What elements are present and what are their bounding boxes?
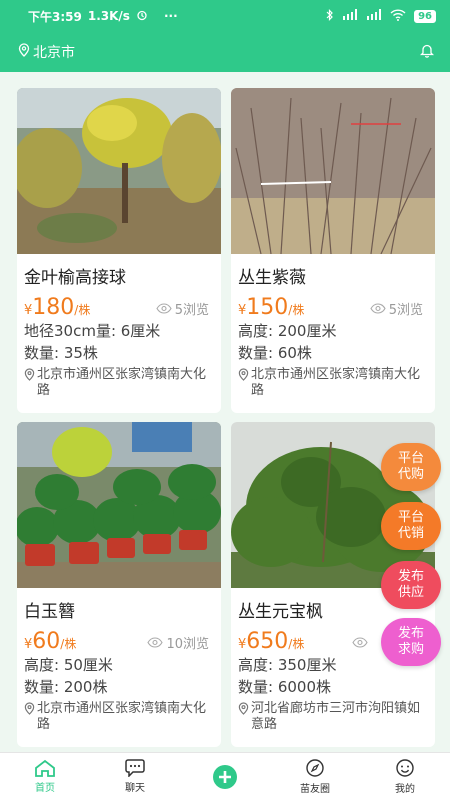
compass-icon (306, 759, 324, 777)
chat-icon (125, 759, 145, 777)
smile-icon (396, 759, 414, 777)
view-count-text: 10浏览 (166, 637, 209, 652)
listing-spec: 高度: 200厘米 (238, 322, 337, 340)
listing-card[interactable]: 白玉簪 ¥ 60 /株 10浏览 高度: 50厘米 数量: 200株 北京市通州… (17, 422, 221, 747)
tab-circle-label: 苗友圈 (300, 784, 330, 795)
signal-icon-2 (366, 9, 382, 23)
bluetooth-icon (326, 8, 334, 24)
tab-chat[interactable]: 聊天 (90, 753, 180, 800)
listing-price: 60 (32, 629, 61, 654)
listing-quantity: 数量: 60株 (238, 344, 312, 362)
tab-circle[interactable]: 苗友圈 (270, 753, 360, 800)
view-count: 10浏览 (147, 633, 209, 652)
tab-chat-label: 聊天 (125, 783, 145, 794)
location-pin-icon (18, 43, 30, 61)
listing-grid: 金叶榆高接球 ¥ 180 /株 5浏览 地径30cm量: 6厘米 数量: 35株… (0, 72, 450, 752)
location-label: 北京市 (33, 45, 75, 61)
tab-home[interactable]: 首页 (0, 753, 90, 800)
view-count-text: 5浏览 (388, 303, 423, 318)
location-selector[interactable]: 北京市 (18, 42, 75, 62)
tab-mine[interactable]: 我的 (360, 753, 450, 800)
currency-symbol: ¥ (24, 303, 33, 318)
eye-icon (370, 303, 386, 314)
listing-address: 北京市通州区张家湾镇南大化路 (17, 697, 221, 733)
location-pin-icon (238, 368, 249, 381)
status-time: 下午3:59 (28, 9, 82, 24)
view-count: 5浏览 (370, 299, 423, 318)
listing-address: 北京市通州区张家湾镇南大化路 (231, 363, 435, 399)
more-dots-icon: ··· (163, 9, 178, 23)
listing-spec: 高度: 50厘米 (24, 656, 113, 674)
bottom-tab-bar: 首页 聊天 苗友圈 我的 (0, 752, 450, 800)
top-header: 北京市 (0, 32, 450, 72)
eye-icon (156, 303, 172, 314)
price-unit: /株 (74, 303, 91, 317)
fab-purchase-agent[interactable]: 平台 代购 (381, 443, 441, 491)
wifi-icon (390, 8, 406, 24)
listing-price: 650 (246, 629, 289, 654)
view-count (352, 637, 371, 648)
listing-price: 180 (32, 295, 75, 320)
listing-name: 丛生紫薇 (238, 268, 306, 288)
tab-add[interactable] (180, 753, 270, 800)
price-unit: /株 (60, 637, 77, 651)
location-pin-icon (24, 702, 35, 715)
listing-spec: 地径30cm量: 6厘米 (24, 322, 161, 340)
listing-photo (17, 422, 221, 588)
eye-icon (352, 637, 368, 648)
signal-icon (342, 9, 358, 23)
fab-publish-supply[interactable]: 发布 供应 (381, 561, 441, 609)
listing-price: 150 (246, 295, 289, 320)
tab-mine-label: 我的 (395, 784, 415, 795)
home-icon (35, 759, 55, 777)
listing-name: 白玉簪 (24, 602, 75, 622)
view-count: 5浏览 (156, 299, 209, 318)
battery-icon: 96 (414, 9, 436, 23)
currency-symbol: ¥ (238, 303, 247, 318)
listing-address-text: 北京市通州区张家湾镇南大化路 (251, 367, 421, 398)
listing-address-text: 北京市通州区张家湾镇南大化路 (37, 367, 207, 398)
status-bar: 下午3:59 1.3K/s ··· 96 (0, 0, 450, 32)
bell-icon[interactable] (419, 43, 435, 62)
listing-card[interactable]: 金叶榆高接球 ¥ 180 /株 5浏览 地径30cm量: 6厘米 数量: 35株… (17, 88, 221, 413)
fab-sales-agent[interactable]: 平台 代销 (381, 502, 441, 550)
listing-address: 北京市通州区张家湾镇南大化路 (17, 363, 221, 399)
tab-home-label: 首页 (35, 783, 55, 794)
price-unit: /株 (288, 637, 305, 651)
currency-symbol: ¥ (238, 637, 247, 652)
listing-name: 金叶榆高接球 (24, 268, 126, 288)
location-pin-icon (24, 368, 35, 381)
currency-symbol: ¥ (24, 637, 33, 652)
view-count-text: 5浏览 (174, 303, 209, 318)
listing-card[interactable]: 丛生紫薇 ¥ 150 /株 5浏览 高度: 200厘米 数量: 60株 北京市通… (231, 88, 435, 413)
listing-photo (231, 88, 435, 254)
alarm-icon (136, 9, 148, 24)
listing-address: 河北省廊坊市三河市泃阳镇如意路 (231, 697, 435, 733)
add-icon (213, 764, 237, 789)
price-unit: /株 (288, 303, 305, 317)
status-speed: 1.3K/s (87, 9, 130, 23)
fab-publish-demand[interactable]: 发布 求购 (381, 618, 441, 666)
listing-photo (17, 88, 221, 254)
listing-address-text: 河北省廊坊市三河市泃阳镇如意路 (251, 701, 421, 732)
location-pin-icon (238, 702, 249, 715)
listing-quantity: 数量: 6000株 (238, 678, 331, 696)
listing-address-text: 北京市通州区张家湾镇南大化路 (37, 701, 207, 732)
eye-icon (147, 637, 164, 648)
listing-quantity: 数量: 200株 (24, 678, 108, 696)
listing-quantity: 数量: 35株 (24, 344, 98, 362)
